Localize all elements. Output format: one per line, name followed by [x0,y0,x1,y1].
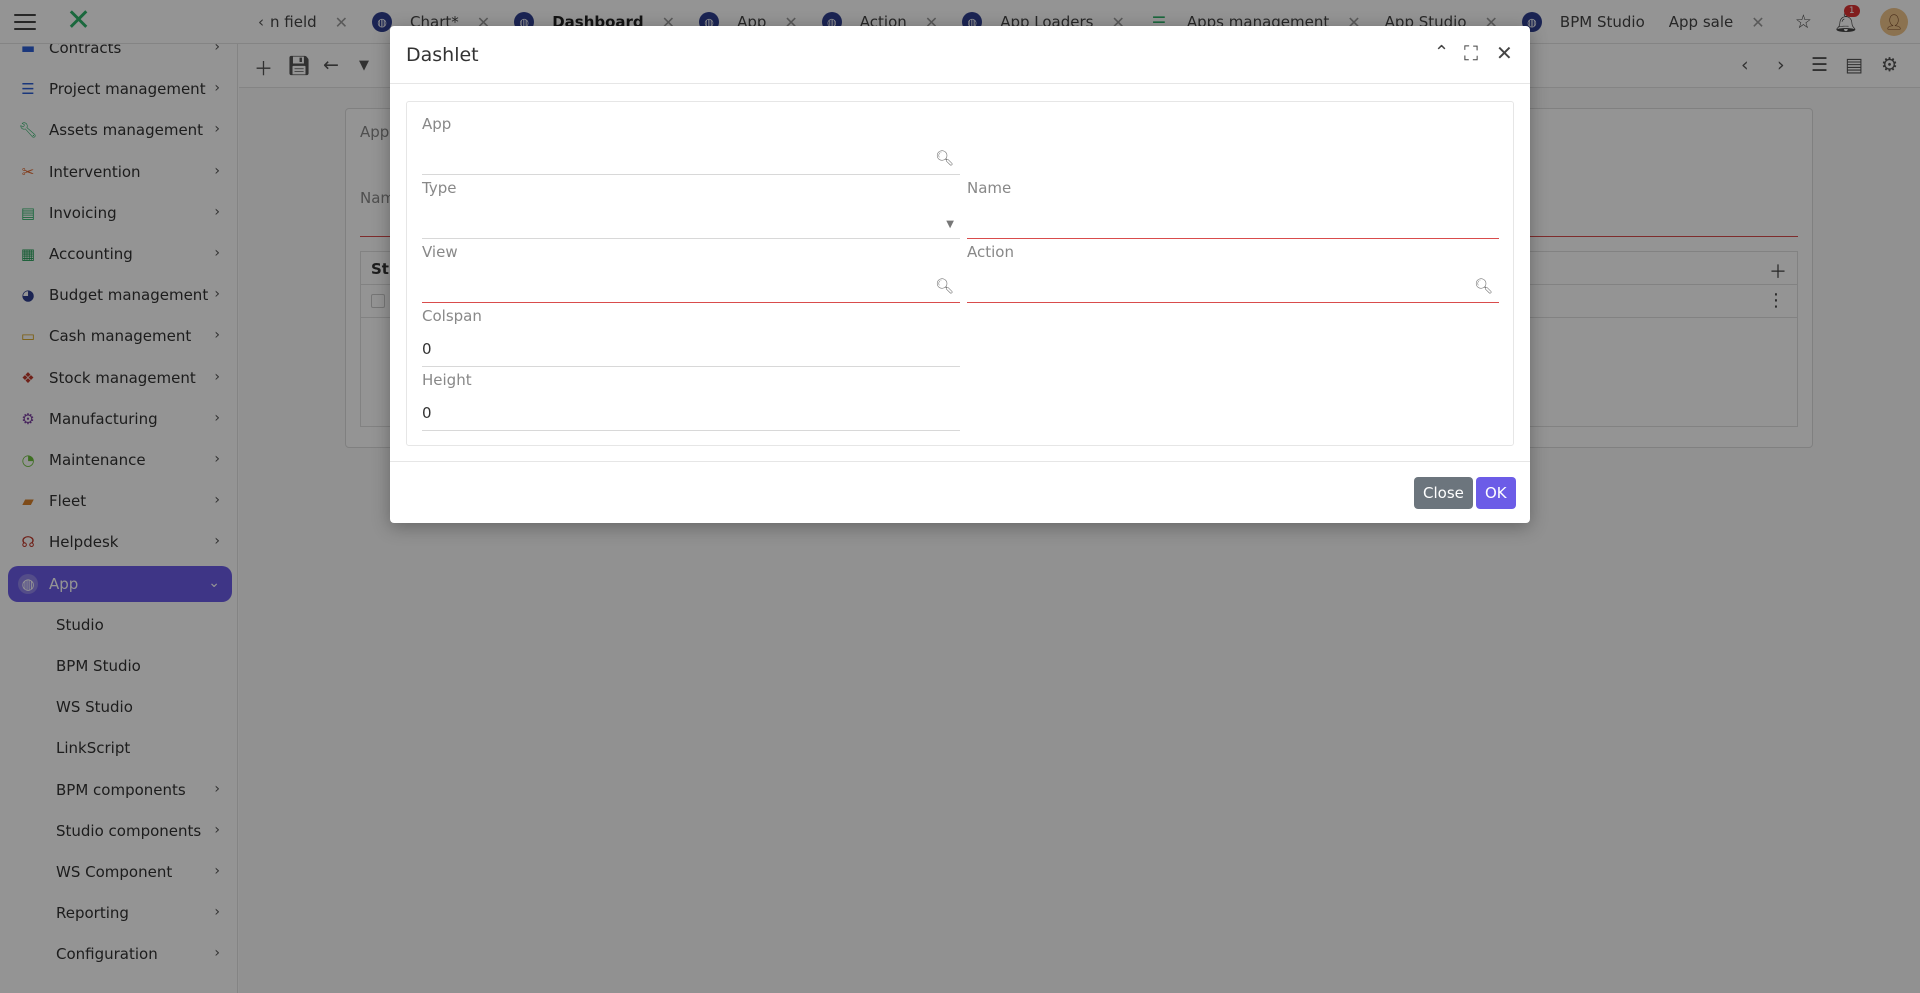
action-field-label: Action [967,243,1014,261]
dialog-footer: Close OK [390,461,1530,523]
height-field-label: Height [422,371,472,389]
close-icon[interactable]: ✕ [1496,42,1513,64]
caret-down-icon[interactable]: ▼ [946,219,954,230]
height-input[interactable]: 0 [422,401,960,431]
type-field-label: Type [422,179,457,197]
colspan-input[interactable]: 0 [422,337,960,367]
type-select[interactable] [422,209,960,239]
maximize-icon[interactable]: ⛶ [1464,42,1478,64]
name-field: Name [967,179,1499,239]
colspan-field-label: Colspan [422,307,482,325]
dialog-title: Dashlet [406,44,479,66]
view-field: View 🔍︎ [422,243,960,303]
search-icon[interactable]: 🔍︎ [935,277,954,295]
app-field: App 🔍︎ [422,115,960,175]
dialog-body: App 🔍︎ Type ▼ Name View 🔍︎ Action 🔍︎ Col… [406,101,1514,446]
app-field-label: App [422,115,452,133]
action-input[interactable] [967,273,1499,303]
search-icon[interactable]: 🔍︎ [1474,277,1493,295]
colspan-field: Colspan 0 [422,307,960,367]
dialog-header: Dashlet ⌃ ⛶ ✕ [390,26,1530,84]
name-input[interactable] [967,209,1499,239]
chevron-up-icon[interactable]: ⌃ [1434,42,1449,64]
dashlet-dialog: Dashlet ⌃ ⛶ ✕ App 🔍︎ Type ▼ Name View 🔍︎ [390,26,1530,523]
type-field: Type ▼ [422,179,960,239]
view-input[interactable] [422,273,960,303]
view-field-label: View [422,243,458,261]
action-field: Action 🔍︎ [967,243,1499,303]
close-button[interactable]: Close [1414,477,1473,509]
ok-button[interactable]: OK [1476,477,1516,509]
search-icon[interactable]: 🔍︎ [935,149,954,167]
name-field-label: Name [967,179,1012,197]
height-field: Height 0 [422,371,960,431]
app-input[interactable] [422,145,960,175]
